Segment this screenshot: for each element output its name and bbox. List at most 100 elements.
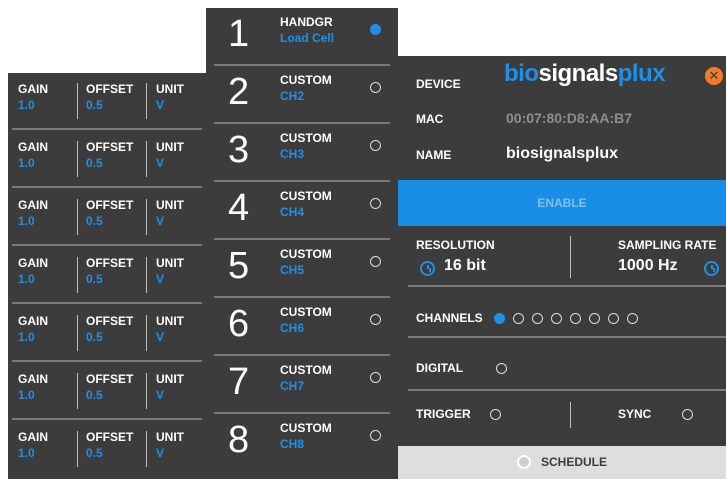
gain-field-label: GAIN: [18, 430, 48, 444]
channel-type: HANDGR: [280, 15, 333, 29]
offset-field[interactable]: OFFSET 0.5: [86, 197, 133, 229]
channel-item[interactable]: 8 CUSTOM CH8: [206, 414, 398, 472]
unit-field[interactable]: UNIT V: [156, 81, 184, 113]
gain-row: GAIN 1.0 OFFSET 0.5 UNIT V: [8, 131, 206, 186]
unit-field-value[interactable]: V: [156, 213, 184, 229]
schedule-button[interactable]: SCHEDULE: [398, 446, 726, 479]
unit-field-value[interactable]: V: [156, 387, 184, 403]
close-icon[interactable]: ✕: [705, 67, 723, 85]
trigger-radio[interactable]: [490, 409, 501, 420]
offset-field-value[interactable]: 0.5: [86, 97, 133, 113]
channel-dot[interactable]: [513, 313, 524, 324]
sampling-rate-label: SAMPLING RATE: [618, 238, 717, 252]
channel-toggle-radio[interactable]: [370, 256, 381, 267]
channel-item[interactable]: 4 CUSTOM CH4: [206, 182, 398, 240]
gain-field[interactable]: GAIN 1.0: [18, 255, 48, 287]
gain-field-value[interactable]: 1.0: [18, 445, 48, 461]
device-label: DEVICE: [416, 77, 461, 91]
resolution-value[interactable]: 16 bit: [444, 257, 486, 275]
digital-radio[interactable]: [496, 363, 507, 374]
channel-toggle-radio[interactable]: [370, 314, 381, 325]
gain-field[interactable]: GAIN 1.0: [18, 371, 48, 403]
channel-item[interactable]: 3 CUSTOM CH3: [206, 124, 398, 182]
gain-field[interactable]: GAIN 1.0: [18, 81, 48, 113]
channel-item[interactable]: 1 HANDGR Load Cell: [206, 8, 398, 66]
divider: [12, 186, 202, 188]
channel-toggle-radio[interactable]: [370, 372, 381, 383]
channel-item[interactable]: 2 CUSTOM CH2: [206, 66, 398, 124]
offset-field-value[interactable]: 0.5: [86, 387, 133, 403]
channel-item[interactable]: 5 CUSTOM CH5: [206, 240, 398, 298]
unit-field[interactable]: UNIT V: [156, 197, 184, 229]
channel-dot[interactable]: [494, 313, 505, 324]
channel-toggle-radio[interactable]: [370, 198, 381, 209]
offset-field-value[interactable]: 0.5: [86, 155, 133, 171]
clock-icon[interactable]: [420, 261, 435, 276]
offset-field-value[interactable]: 0.5: [86, 271, 133, 287]
channel-dot[interactable]: [570, 313, 581, 324]
sync-label: SYNC: [618, 407, 652, 421]
gain-field-value[interactable]: 1.0: [18, 155, 48, 171]
gain-field-value[interactable]: 1.0: [18, 271, 48, 287]
gain-field-value[interactable]: 1.0: [18, 213, 48, 229]
gain-field[interactable]: GAIN 1.0: [18, 313, 48, 345]
unit-field[interactable]: UNIT V: [156, 139, 184, 171]
enable-button[interactable]: ENABLE: [398, 180, 726, 226]
gain-field-value[interactable]: 1.0: [18, 387, 48, 403]
channel-number: 4: [228, 187, 250, 229]
channel-item[interactable]: 7 CUSTOM CH7: [206, 356, 398, 414]
offset-field-value[interactable]: 0.5: [86, 445, 133, 461]
name-value[interactable]: biosignalsplux: [506, 145, 618, 163]
channel-label: CH7: [280, 379, 305, 393]
gain-field[interactable]: GAIN 1.0: [18, 197, 48, 229]
unit-field-value[interactable]: V: [156, 271, 184, 287]
sync-radio[interactable]: [682, 409, 693, 420]
offset-field[interactable]: OFFSET 0.5: [86, 313, 133, 345]
unit-field[interactable]: UNIT V: [156, 313, 184, 345]
divider: [146, 373, 147, 409]
channel-label: CH6: [280, 321, 305, 335]
unit-field[interactable]: UNIT V: [156, 429, 184, 461]
divider: [146, 431, 147, 467]
offset-field[interactable]: OFFSET 0.5: [86, 255, 133, 287]
gain-field[interactable]: GAIN 1.0: [18, 429, 48, 461]
offset-field[interactable]: OFFSET 0.5: [86, 139, 133, 171]
unit-field-value[interactable]: V: [156, 155, 184, 171]
channel-dot[interactable]: [551, 313, 562, 324]
channel-toggle-radio[interactable]: [370, 140, 381, 151]
channel-label: CH8: [280, 437, 305, 451]
offset-field-label: OFFSET: [86, 82, 134, 96]
offset-field-value[interactable]: 0.5: [86, 213, 133, 229]
unit-field-label: UNIT: [156, 314, 184, 328]
sampling-rate-value[interactable]: 1000 Hz: [618, 257, 678, 275]
divider: [408, 336, 726, 338]
offset-field[interactable]: OFFSET 0.5: [86, 81, 133, 113]
gain-row: GAIN 1.0 OFFSET 0.5 UNIT V: [8, 247, 206, 302]
gain-field[interactable]: GAIN 1.0: [18, 139, 48, 171]
gain-field-value[interactable]: 1.0: [18, 97, 48, 113]
channel-number: 8: [228, 419, 250, 461]
unit-field-value[interactable]: V: [156, 97, 184, 113]
unit-field[interactable]: UNIT V: [156, 255, 184, 287]
offset-field-label: OFFSET: [86, 372, 134, 386]
unit-field-value[interactable]: V: [156, 445, 184, 461]
unit-field[interactable]: UNIT V: [156, 371, 184, 403]
channel-dot[interactable]: [608, 313, 619, 324]
offset-field-value[interactable]: 0.5: [86, 329, 133, 345]
clock-icon[interactable]: [704, 261, 719, 276]
gain-field-value[interactable]: 1.0: [18, 329, 48, 345]
channel-dot[interactable]: [589, 313, 600, 324]
channel-toggle-radio[interactable]: [370, 430, 381, 441]
channel-item[interactable]: 6 CUSTOM CH6: [206, 298, 398, 356]
offset-field[interactable]: OFFSET 0.5: [86, 371, 133, 403]
channel-toggle-radio[interactable]: [370, 24, 381, 35]
offset-field[interactable]: OFFSET 0.5: [86, 429, 133, 461]
unit-field-label: UNIT: [156, 430, 184, 444]
unit-field-value[interactable]: V: [156, 329, 184, 345]
channel-dot[interactable]: [532, 313, 543, 324]
channel-toggle-radio[interactable]: [370, 82, 381, 93]
resolution-label: RESOLUTION: [416, 238, 495, 252]
channel-number: 7: [228, 361, 250, 403]
channel-dot[interactable]: [627, 313, 638, 324]
unit-field-label: UNIT: [156, 256, 184, 270]
